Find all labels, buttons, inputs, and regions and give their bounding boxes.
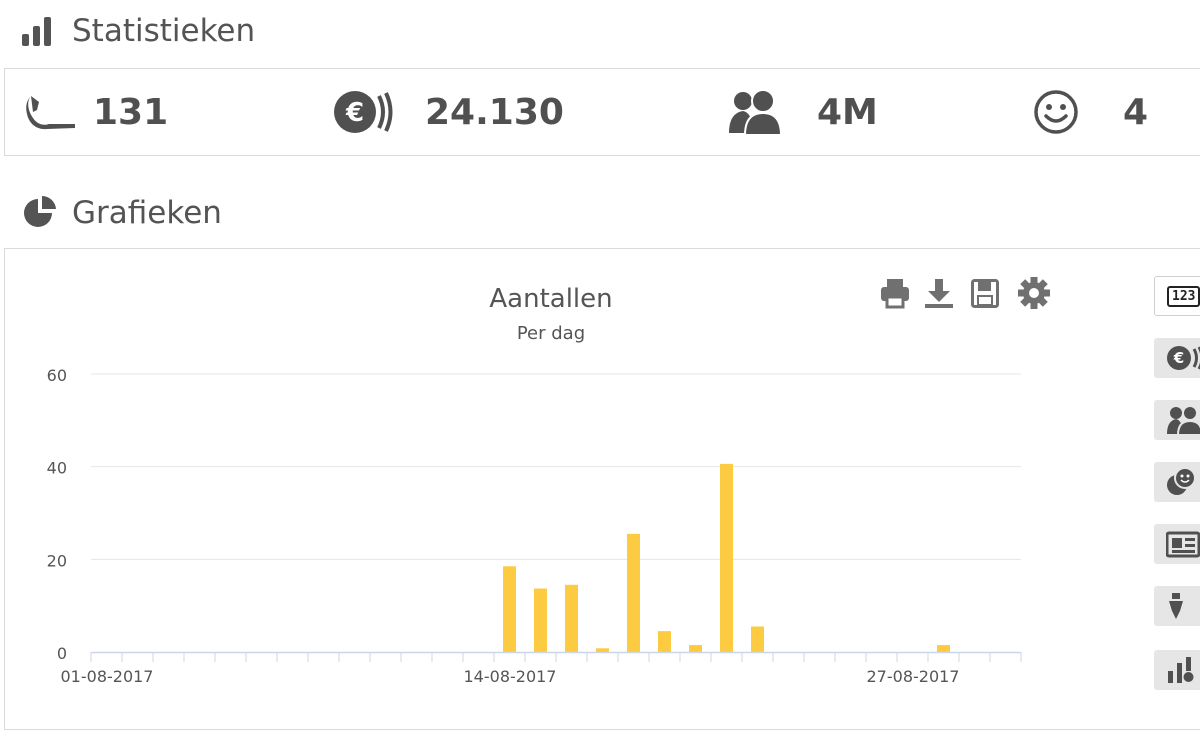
chart-panel: 0 20 40 60 01-08-2017 14-08-2017 27-08-2017 Aa… (4, 248, 1200, 730)
chart-subtitle: Per dag (517, 323, 585, 344)
side-button-writing[interactable] (1154, 586, 1200, 626)
bar[interactable] (658, 631, 671, 652)
stat-reach-value: 4M (817, 91, 878, 133)
euro-icon: € (1167, 346, 1200, 370)
pie-chart-icon (24, 195, 56, 227)
bar[interactable] (689, 645, 702, 652)
euro-icon: € (334, 91, 393, 133)
y-tick-label: 0 (57, 644, 67, 663)
users-icon (729, 89, 783, 135)
statistics-title: Statistieken (72, 13, 256, 49)
bar[interactable] (627, 533, 640, 652)
smiley-icon (1034, 90, 1078, 134)
bar[interactable] (534, 588, 547, 652)
side-button-counts[interactable]: 123 (1154, 276, 1200, 316)
stat-calls: 131 (25, 69, 168, 155)
svg-text:€: € (1173, 349, 1184, 367)
x-tick-label: 27-08-2017 (867, 667, 960, 686)
side-button-media[interactable] (1154, 524, 1200, 564)
side-button-sentiment[interactable] (1154, 462, 1200, 502)
stat-calls-value: 131 (93, 91, 169, 133)
bar-chart: 0 20 40 60 01-08-2017 14-08-2017 27-08-2017 Aa… (47, 277, 1050, 686)
stat-sentiment-value: 4 (1123, 91, 1149, 133)
counter-123-icon: 123 (1167, 285, 1200, 307)
side-button-reach[interactable] (1154, 400, 1200, 440)
coins-icon (1167, 467, 1196, 495)
pen-icon (1169, 593, 1183, 619)
statistics-header: Statistieken (22, 10, 255, 52)
y-tick-label: 60 (47, 366, 67, 385)
chart-title: Aantallen (489, 284, 612, 314)
download-icon[interactable] (925, 279, 953, 308)
newspaper-icon (1166, 531, 1200, 558)
statistics-panel: 131 € 24.130 4M 4 (4, 68, 1200, 156)
charts-title: Grafieken (72, 195, 222, 231)
side-button-revenue[interactable]: € (1154, 338, 1200, 378)
charts-header: Grafieken (22, 192, 222, 234)
chart-grid (91, 373, 1021, 560)
stat-reach: 4M (727, 69, 878, 155)
stat-revenue-value: 24.130 (425, 91, 564, 133)
call-icon (26, 96, 75, 130)
y-tick-label: 20 (47, 551, 67, 570)
bar[interactable] (720, 463, 733, 652)
stat-sentiment: 4 (1033, 69, 1148, 155)
x-tick-label: 14-08-2017 (464, 667, 557, 686)
bar[interactable] (937, 645, 950, 652)
bar-chart-icon (22, 17, 51, 46)
bar[interactable] (751, 626, 764, 652)
bar[interactable] (596, 648, 609, 652)
save-icon[interactable] (971, 279, 999, 308)
users-icon (1167, 405, 1200, 435)
stat-revenue: € 24.130 (333, 69, 564, 155)
side-button-barchart[interactable] (1154, 650, 1200, 690)
print-icon[interactable] (881, 279, 909, 309)
bar[interactable] (503, 566, 516, 652)
chart-axis: 0 20 40 60 01-08-2017 14-08-2017 27-08-2017 (47, 366, 1022, 686)
y-tick-label: 40 (47, 459, 67, 478)
settings-icon[interactable] (1018, 277, 1050, 309)
bar-chart-icon (1168, 657, 1194, 683)
chart-bars (503, 463, 950, 652)
x-tick-label: 01-08-2017 (61, 667, 154, 686)
bar[interactable] (565, 584, 578, 652)
svg-text:€: € (345, 98, 364, 128)
